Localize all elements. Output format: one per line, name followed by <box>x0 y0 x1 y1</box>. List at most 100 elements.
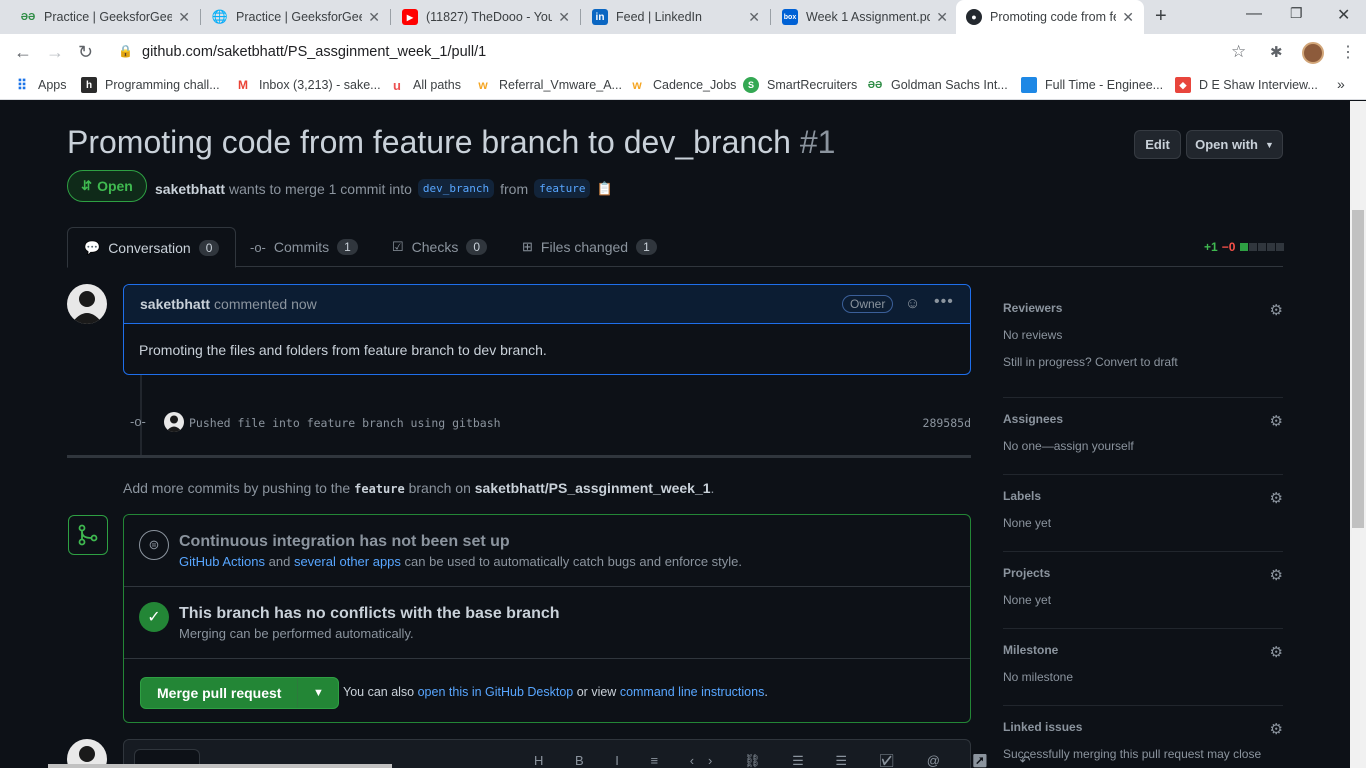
bookmark-item[interactable]: w Cadence_Jobs <box>629 77 736 93</box>
linkedin-icon: in <box>592 9 608 25</box>
sidebar-linked-issues: Linked issues ⚙ Successfully merging thi… <box>1003 720 1283 761</box>
checklist-icon: ☑ <box>392 239 404 254</box>
browser-tab[interactable]: box Week 1 Assignment.pdf ✕ <box>772 0 958 34</box>
conflicts-section: ✓ This branch has no conflicts with the … <box>124 587 970 659</box>
pr-number: #1 <box>799 124 836 160</box>
open-with-button[interactable]: Open with ▼ <box>1186 130 1283 159</box>
gfg-icon: ƏƏ <box>867 79 883 91</box>
avatar[interactable] <box>67 284 107 324</box>
bookmarks-bar: ⠿ Apps h Programming chall... M Inbox (3… <box>0 70 1366 100</box>
bookmark-item[interactable]: ƏƏ Goldman Sachs Int... <box>867 77 1008 93</box>
close-tab-icon[interactable]: ✕ <box>558 9 570 26</box>
bookmark-item[interactable]: S SmartRecruiters <box>743 77 857 93</box>
bookmark-star-icon[interactable]: ☆ <box>1231 42 1246 62</box>
merge-box: ⊜ Continuous integration has not been se… <box>123 514 971 723</box>
tab-commits[interactable]: -o- Commits 1 <box>250 227 358 267</box>
close-tab-icon[interactable]: ✕ <box>178 9 190 26</box>
pr-title: Promoting code from feature branch to de… <box>67 124 836 160</box>
bookmark-item[interactable]: w Referral_Vmware_A... <box>475 77 622 93</box>
new-tab-icon[interactable]: + <box>1155 5 1167 28</box>
scrollbar-thumb[interactable] <box>1352 210 1364 528</box>
gear-icon[interactable]: ⚙ <box>1270 643 1283 661</box>
sidebar-milestone: Milestone ⚙ No milestone <box>1003 643 1283 706</box>
close-tab-icon[interactable]: ✕ <box>1122 9 1134 26</box>
comment-icon: 💬 <box>84 239 101 255</box>
add-reaction-icon[interactable]: ☺ <box>905 295 920 312</box>
comment-body: Promoting the files and folders from fea… <box>139 342 547 358</box>
tab-conversation[interactable]: 💬 Conversation 0 <box>67 227 237 268</box>
gear-icon[interactable]: ⚙ <box>1270 412 1283 430</box>
close-tab-icon[interactable]: ✕ <box>368 9 380 26</box>
pr-meta: saketbhatt wants to merge 1 commit into … <box>155 179 613 198</box>
bookmark-icon: ◆ <box>1175 77 1191 93</box>
close-tab-icon[interactable]: ✕ <box>748 9 760 26</box>
apps-grid-icon: ⠿ <box>16 76 28 93</box>
close-window-icon[interactable]: ✕ <box>1337 5 1350 25</box>
minimize-icon[interactable]: — <box>1246 5 1262 23</box>
commit-avatar[interactable] <box>164 412 184 432</box>
close-tab-icon[interactable]: ✕ <box>936 9 948 26</box>
folder-icon <box>1021 77 1037 93</box>
commit-message[interactable]: Pushed file into feature branch using gi… <box>189 416 501 430</box>
edit-title-button[interactable]: Edit <box>1134 130 1181 159</box>
bookmark-item[interactable]: u All paths <box>389 77 461 93</box>
browser-tab[interactable]: ƏƏ Practice | GeeksforGeeks ✕ <box>10 0 200 34</box>
pr-state-badge: ⇵ Open <box>67 170 147 202</box>
gear-icon[interactable]: ⚙ <box>1270 301 1283 319</box>
box-icon: box <box>782 9 798 25</box>
bookmark-apps[interactable]: ⠿ Apps <box>14 77 67 93</box>
extensions-icon[interactable]: ✱ <box>1270 43 1283 61</box>
bookmark-item[interactable]: M Inbox (3,213) - sake... <box>235 77 381 93</box>
sidebar-reviewers: Reviewers ⚙ No reviews Still in progress… <box>1003 301 1283 398</box>
lock-icon[interactable]: 🔒 <box>118 44 133 58</box>
pr-tabs: 💬 Conversation 0 -o- Commits 1 ☑ Checks … <box>67 227 1283 268</box>
commit-item: -o- Pushed file into feature branch usin… <box>130 410 972 434</box>
gear-icon[interactable]: ⚙ <box>1270 566 1283 584</box>
author-link[interactable]: saketbhatt <box>155 181 225 197</box>
copy-icon[interactable]: 📋 <box>596 181 612 197</box>
tab-checks[interactable]: ☑ Checks 0 <box>392 227 488 267</box>
maximize-icon[interactable]: ❐ <box>1290 5 1303 22</box>
sidebar-labels: Labels ⚙ None yet <box>1003 489 1283 552</box>
back-icon[interactable]: ← <box>14 42 32 63</box>
profile-avatar[interactable] <box>1302 42 1324 64</box>
github-icon: ● <box>966 9 982 25</box>
convert-to-draft-link[interactable]: Still in progress? Convert to draft <box>1003 355 1283 369</box>
browser-tab[interactable]: ▶ (11827) TheDooo - YouTube ✕ <box>392 0 580 34</box>
push-hint: Add more commits by pushing to the featu… <box>123 480 715 496</box>
base-branch[interactable]: dev_branch <box>417 179 495 198</box>
merge-action-section: Merge pull request ▼ You can also open t… <box>124 659 970 722</box>
check-icon: ✓ <box>139 602 169 632</box>
command-line-link[interactable]: command line instructions <box>620 685 765 699</box>
browser-tab[interactable]: in Feed | LinkedIn ✕ <box>582 0 770 34</box>
markdown-toolbar[interactable]: H B I ≡ ‹› ⛓ ☰ ☰ ☑ @ ↗ ↶ <box>534 753 1045 768</box>
bookmark-item[interactable]: ◆ D E Shaw Interview... <box>1175 77 1318 93</box>
sidebar-assignees: Assignees ⚙ No one—assign yourself <box>1003 412 1283 475</box>
diffstat: +1 −0 <box>1204 240 1285 254</box>
horizontal-scrollbar[interactable] <box>48 764 392 768</box>
commit-sha[interactable]: 289585d <box>923 416 971 430</box>
comment-author[interactable]: saketbhatt <box>140 296 210 312</box>
gear-icon[interactable]: ⚙ <box>1270 720 1283 738</box>
github-actions-link[interactable]: GitHub Actions <box>179 554 265 569</box>
merge-note: You can also open this in GitHub Desktop… <box>343 685 768 699</box>
head-branch[interactable]: feature <box>534 179 591 198</box>
gear-icon[interactable]: ⚙ <box>1270 489 1283 507</box>
reload-icon[interactable]: ↻ <box>78 42 93 63</box>
bookmark-item[interactable]: Full Time - Enginee... <box>1021 77 1163 93</box>
browser-menu-icon[interactable]: ⋮ <box>1340 42 1356 62</box>
browser-tab-active[interactable]: ● Promoting code from feature ✕ <box>956 0 1144 34</box>
merge-options-caret-icon[interactable]: ▼ <box>298 687 338 699</box>
merge-pull-request-button[interactable]: Merge pull request ▼ <box>140 677 340 709</box>
github-desktop-link[interactable]: open this in GitHub Desktop <box>418 685 574 699</box>
more-bookmarks-icon[interactable]: » <box>1337 76 1345 92</box>
bookmark-item[interactable]: h Programming chall... <box>81 77 220 93</box>
smartrecruiters-icon: S <box>743 77 759 93</box>
tab-files-changed[interactable]: ⊞ Files changed 1 <box>522 227 657 267</box>
more-options-icon[interactable]: ••• <box>934 293 954 311</box>
browser-tab[interactable]: 🌐 Practice | GeeksforGeeks ✕ <box>202 0 390 34</box>
git-commit-icon: -o- <box>130 414 146 429</box>
forward-icon[interactable]: → <box>46 42 64 63</box>
other-apps-link[interactable]: several other apps <box>294 554 401 569</box>
url-field[interactable]: github.com/saketbhatt/PS_assginment_week… <box>142 44 486 60</box>
